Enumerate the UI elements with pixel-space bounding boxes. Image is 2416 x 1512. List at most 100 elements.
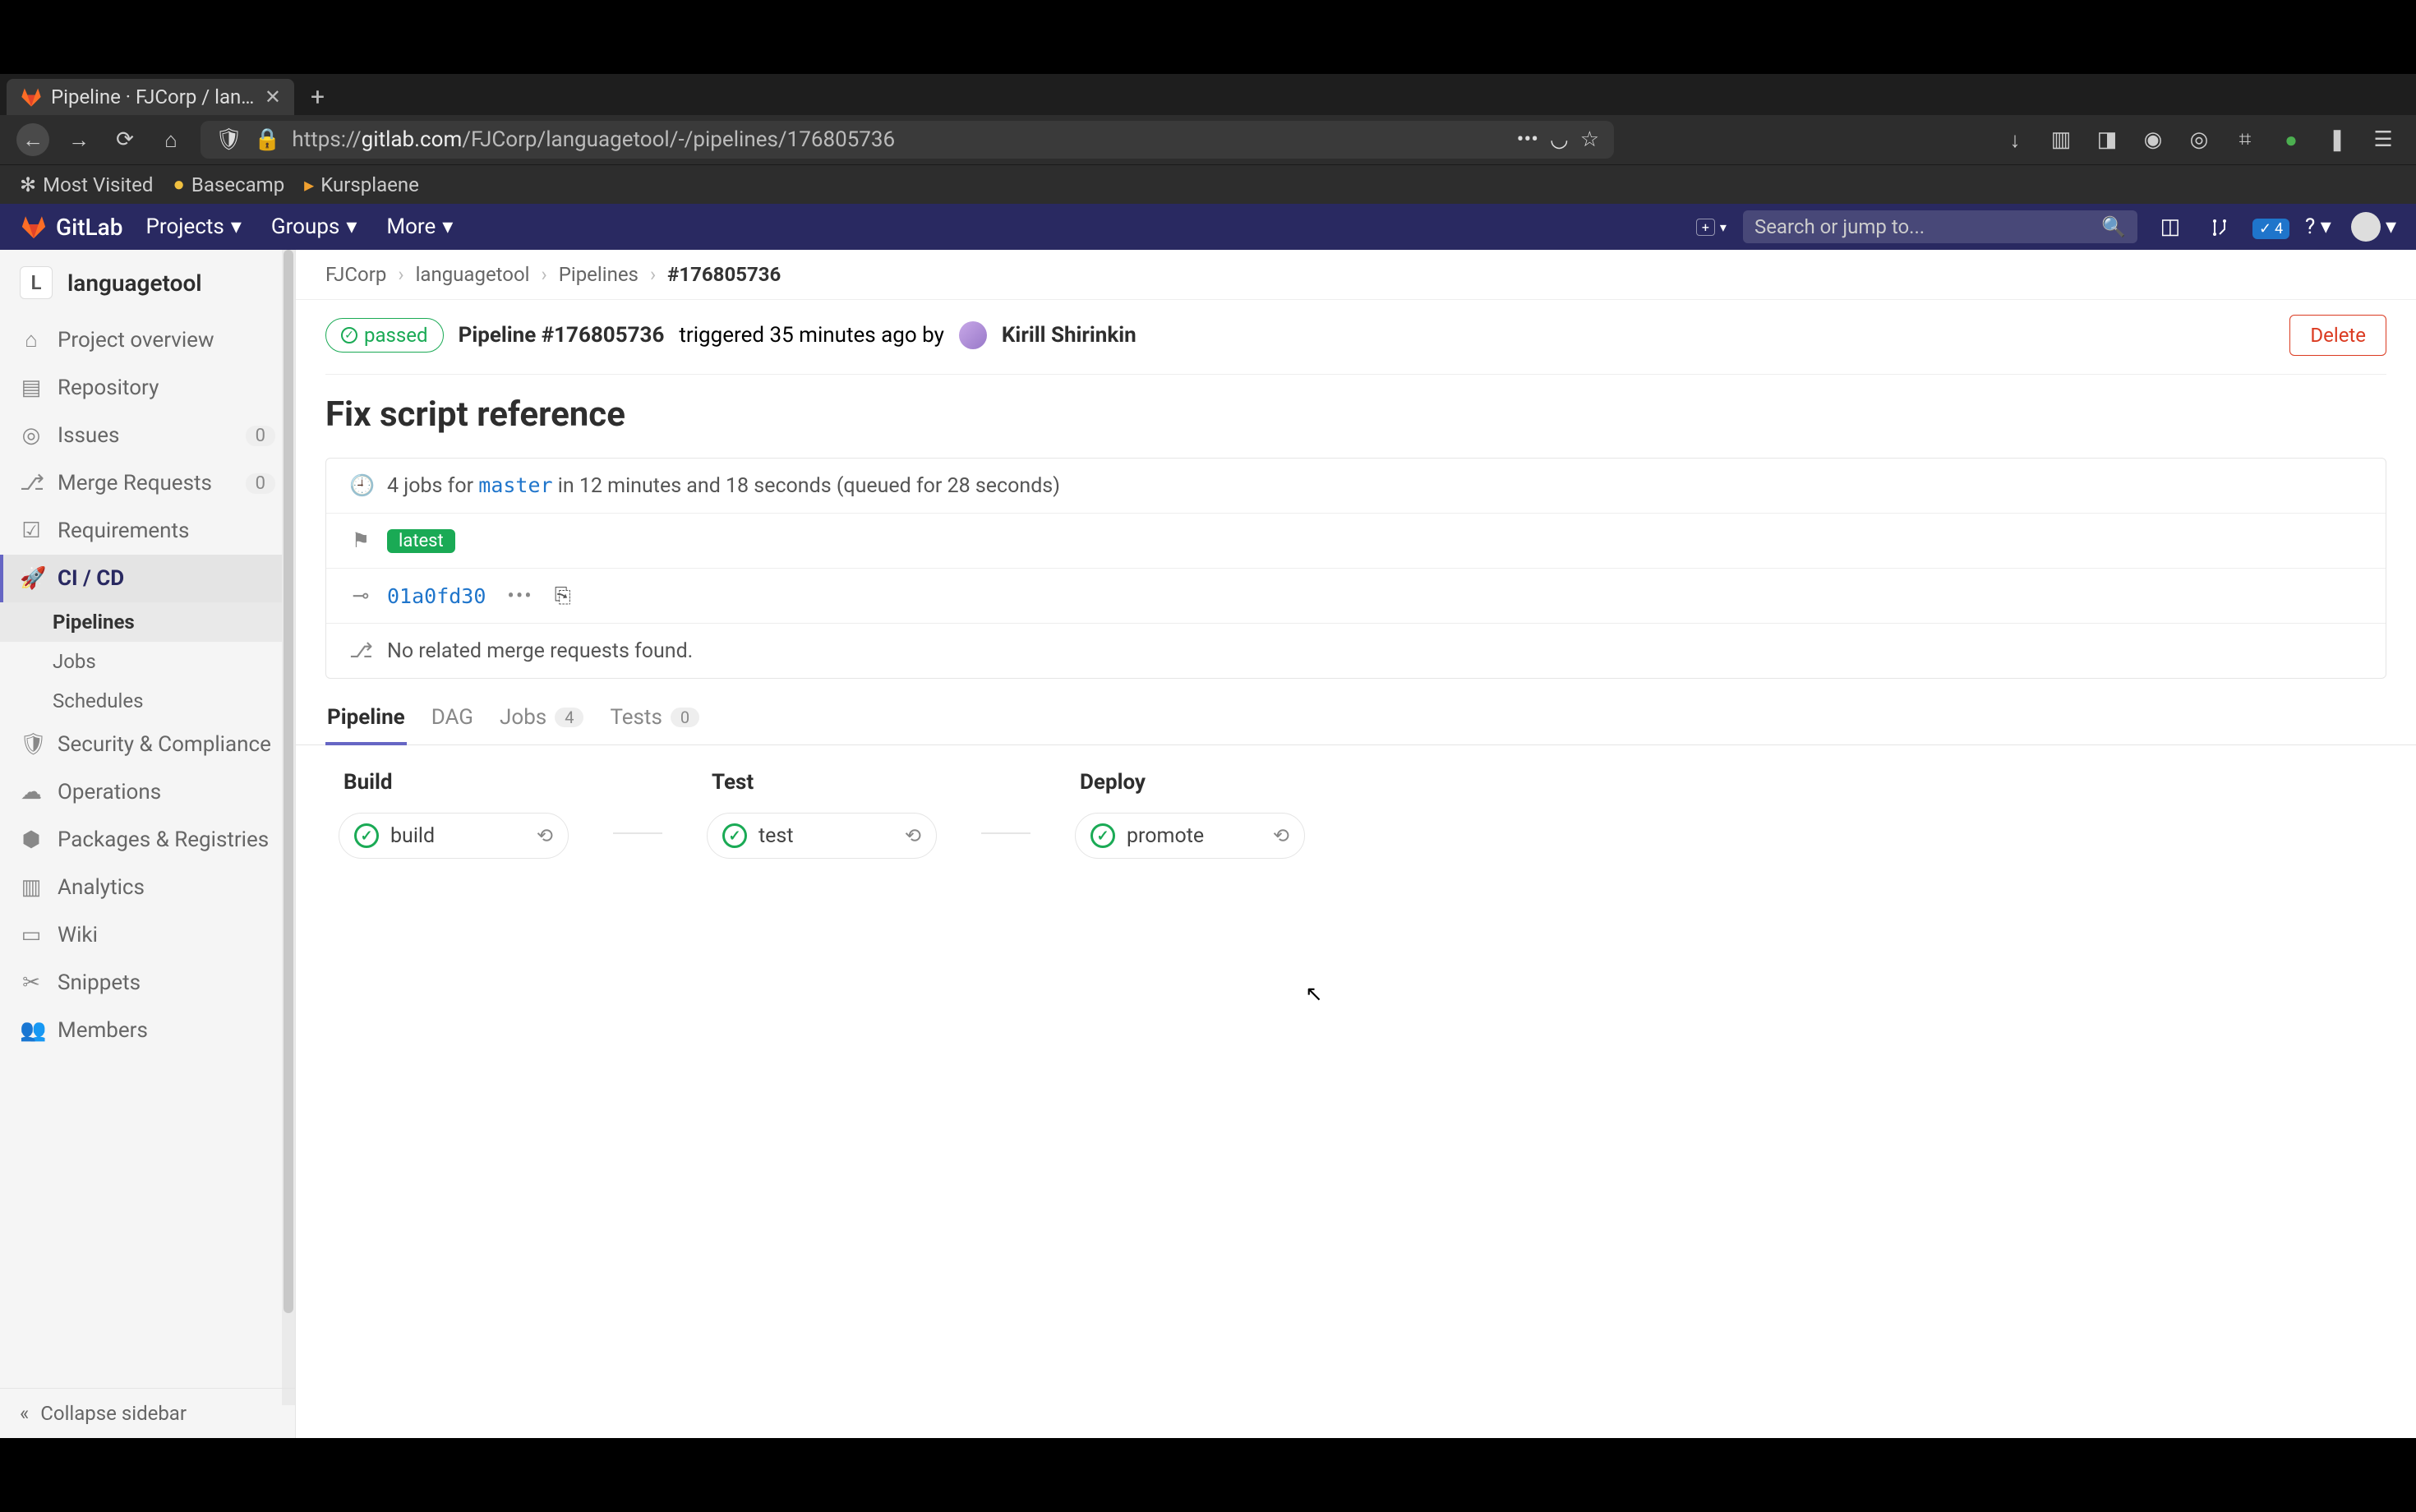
chart-icon: ▥ [20,875,43,900]
sidebar-item-members[interactable]: 👥Members [0,1007,295,1054]
sidebar-item-merge-requests[interactable]: ⎇Merge Requests0 [0,459,295,507]
retry-icon[interactable]: ⟲ [1273,824,1289,847]
sidebar-item-security[interactable]: 🛡Security & Compliance [0,721,295,768]
ext2-icon[interactable]: ⌗ [2229,127,2262,153]
bookmark-star-icon[interactable]: ☆ [1580,127,1599,152]
mr-icon[interactable] [2203,214,2236,239]
stage-test: Test ✓ test ⟲ [707,770,937,859]
connector [981,832,1030,834]
bookmark-basecamp[interactable]: ●Basecamp [173,173,284,196]
back-button[interactable]: ← [16,123,49,156]
more-icon[interactable]: ••• [500,584,539,608]
delete-button[interactable]: Delete [2289,315,2386,356]
scissors-icon: ✂ [20,970,43,995]
sidebar-icon[interactable]: ◨ [2091,127,2123,152]
page-title: Fix script reference [296,375,2416,458]
sidebar-subitem-jobs[interactable]: Jobs [0,642,295,681]
user-menu[interactable]: ▾ [2351,212,2396,242]
sidebar-item-overview[interactable]: ⌂Project overview [0,316,295,364]
tab-jobs[interactable]: Jobs4 [498,695,585,744]
pipeline-header: ✓passed Pipeline #176805736 triggered 35… [296,300,2416,371]
bookmarks-bar: ✻Most Visited ●Basecamp ▸Kursplaene [0,164,2416,204]
gitlab-logo[interactable]: GitLab [20,213,122,241]
author-name[interactable]: Kirill Shirinkin [1002,323,1137,348]
book-icon: ▭ [20,923,43,947]
library-icon[interactable]: ▥ [2045,127,2077,152]
shield-icon[interactable]: 🛡 [215,127,242,152]
package-icon: ⬢ [20,827,43,852]
nav-groups[interactable]: Groups▾ [265,214,364,239]
branch-link[interactable]: master [478,473,552,497]
project-name: languagetool [67,270,202,297]
stage-deploy: Deploy ✓ promote ⟲ [1075,770,1305,859]
crumb-group[interactable]: FJCorp [325,263,386,286]
url-text: https://gitlab.com/FJCorp/languagetool/-… [292,127,1505,152]
job-promote[interactable]: ✓ promote ⟲ [1075,813,1305,859]
account-icon[interactable]: ◉ [2137,127,2169,152]
job-test[interactable]: ✓ test ⟲ [707,813,937,859]
shield-icon: 🛡 [20,732,43,757]
home-button[interactable]: ⌂ [154,123,187,156]
sidebar-item-analytics[interactable]: ▥Analytics [0,864,295,911]
sidebar-item-issues[interactable]: ◎Issues0 [0,412,295,459]
crumb-pipelines[interactable]: Pipelines [559,263,639,286]
copy-icon[interactable]: ⎘ [555,584,571,608]
sidebar-item-wiki[interactable]: ▭Wiki [0,911,295,959]
sidebar-item-repository[interactable]: ▤Repository [0,364,295,412]
ext4-icon[interactable]: ❚ [2321,127,2354,152]
address-bar[interactable]: 🛡 🔒 https://gitlab.com/FJCorp/languageto… [201,121,1614,159]
forward-button[interactable]: → [62,123,95,156]
commit-row: ⊸ 01a0fd30 ••• ⎘ [326,569,2386,624]
sidebar-subitem-pipelines[interactable]: Pipelines [0,602,295,642]
sidebar-item-packages[interactable]: ⬢Packages & Registries [0,816,295,864]
nav-more[interactable]: More▾ [380,214,459,239]
ext3-icon[interactable]: ● [2275,127,2308,153]
new-tab-button[interactable]: + [294,79,341,115]
collapse-sidebar[interactable]: «Collapse sidebar [0,1388,295,1438]
bookmark-most-visited[interactable]: ✻Most Visited [20,173,153,196]
nav-projects[interactable]: Projects▾ [139,214,247,239]
new-dropdown[interactable]: +▾ [1696,219,1727,236]
menu-icon[interactable]: ☰ [2367,127,2400,152]
avatar[interactable] [959,321,987,349]
tab-pipeline[interactable]: Pipeline [325,695,407,744]
sidebar-subitem-schedules[interactable]: Schedules [0,681,295,721]
mr-icon: ⎇ [349,638,372,663]
chevron-down-icon: ▾ [1720,219,1727,235]
retry-icon[interactable]: ⟲ [537,824,553,847]
project-header[interactable]: L languagetool [0,250,295,316]
tab-dag[interactable]: DAG [430,695,475,744]
tabstrip: Pipeline · FJCorp / langu… ✕ + [0,74,2416,115]
commit-sha[interactable]: 01a0fd30 [387,584,486,608]
status-badge[interactable]: ✓passed [325,318,444,353]
help-icon[interactable]: ? ▾ [2302,214,2335,239]
sidebar: L languagetool ⌂Project overview ▤Reposi… [0,250,296,1438]
downloads-icon[interactable]: ↓ [1999,127,2031,153]
project-avatar: L [20,266,53,299]
search-input[interactable]: Search or jump to... 🔍 [1743,210,2137,243]
sidebar-item-operations[interactable]: ☁Operations [0,768,295,816]
job-build[interactable]: ✓ build ⟲ [339,813,569,859]
browser-tab[interactable]: Pipeline · FJCorp / langu… ✕ [7,79,294,115]
sidebar-scrollbar[interactable] [282,250,295,1405]
reload-button[interactable]: ⟳ [108,123,141,156]
pipeline-graph: Build ✓ build ⟲ Test ✓ [296,745,2416,883]
req-icon: ☑ [20,519,43,543]
todos-icon[interactable]: ✓4 [2252,214,2285,239]
sidebar-item-snippets[interactable]: ✂Snippets [0,959,295,1007]
pipeline-info: 🕘 4 jobs for master in 12 minutes and 18… [325,458,2386,679]
check-icon: ✓ [341,327,357,343]
more-icon[interactable]: ••• [1517,127,1538,152]
tab-tests[interactable]: Tests0 [608,695,701,744]
close-icon[interactable]: ✕ [265,85,281,108]
crumb-project[interactable]: languagetool [416,263,530,286]
chevron-down-icon: ▾ [442,214,453,239]
ext1-icon[interactable]: ◎ [2183,127,2215,152]
sidebar-item-requirements[interactable]: ☑Requirements [0,507,295,555]
issues-icon[interactable]: ◫ [2154,214,2187,239]
retry-icon[interactable]: ⟲ [905,824,921,847]
bookmark-kursplaene[interactable]: ▸Kursplaene [304,173,419,196]
lock-icon[interactable]: 🔒 [254,127,280,152]
pocket-icon[interactable]: ◡ [1550,127,1569,152]
sidebar-item-cicd[interactable]: 🚀CI / CD [0,555,295,602]
